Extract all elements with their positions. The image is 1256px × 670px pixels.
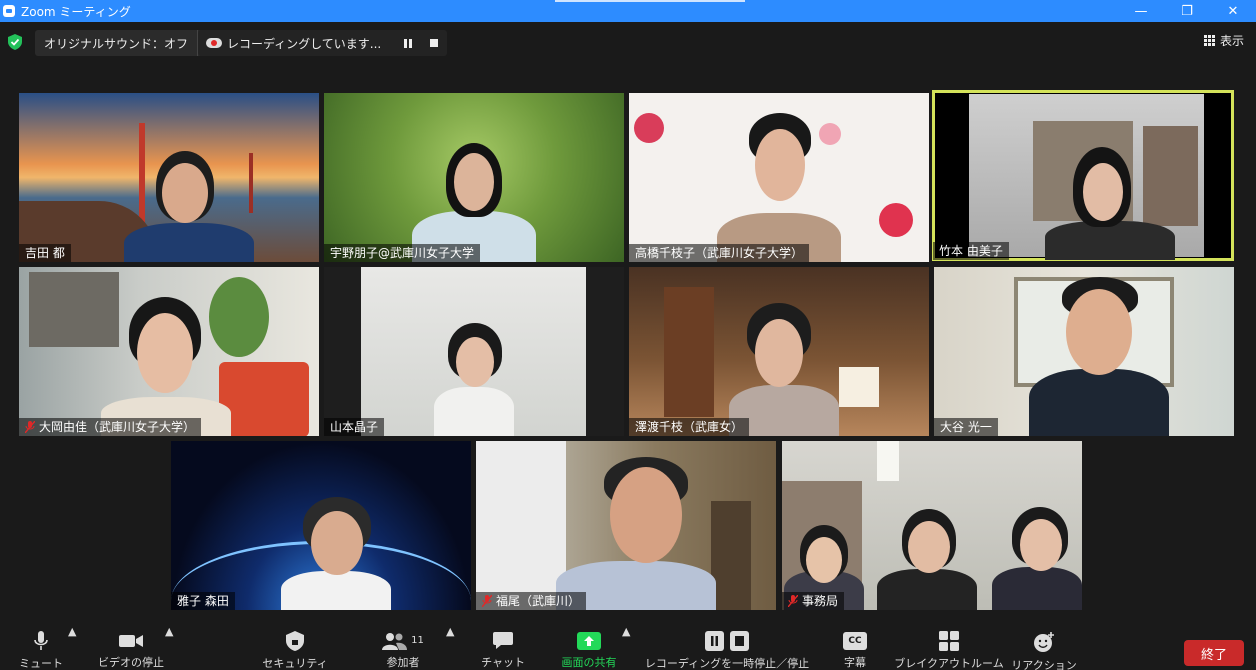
participant-name-label: 事務局 (782, 592, 845, 610)
video-tile[interactable]: 大谷 光一 (934, 267, 1234, 436)
stop-recording-icon[interactable] (421, 30, 447, 56)
chat-bubble-icon (493, 631, 513, 650)
original-sound-button[interactable]: オリジナルサウンド：オフ ▼ (35, 30, 216, 56)
emoji-reaction-icon (1033, 631, 1055, 653)
window-title: Zoom ミーティング (21, 4, 131, 19)
video-options-chevron-icon[interactable]: ▲ (165, 625, 173, 670)
participant-name-label: 竹本 由美子 (933, 242, 1009, 260)
participant-name-label: 吉田 都 (19, 244, 71, 262)
participant-name-label: 澤渡千枝（武庫女） (629, 418, 750, 436)
closed-captions-icon: CC (843, 631, 867, 650)
muted-mic-icon (788, 595, 798, 607)
participant-name-label: 山本晶子 (324, 418, 385, 436)
cloud-recording-icon (206, 38, 222, 48)
participants-icon: 11 (382, 631, 424, 650)
participant-name-label: 大岡由佳（武庫川女子大学） (19, 418, 202, 436)
gallery-grid-icon (1203, 35, 1215, 46)
video-tile[interactable]: 高橋千枝子（武庫川女子大学） (629, 93, 929, 262)
breakout-rooms-icon (939, 631, 959, 651)
restore-icon[interactable]: ❐ (1164, 0, 1210, 22)
video-tile[interactable]: 澤渡千枝（武庫女） (629, 267, 929, 436)
zoom-app-icon (3, 5, 15, 17)
mute-button[interactable]: ミュート (19, 625, 63, 670)
participants-options-chevron-icon[interactable]: ▲ (446, 625, 454, 670)
title-bar: Zoom ミーティング — ❐ ✕ (0, 0, 1256, 22)
minimize-icon[interactable]: — (1118, 0, 1164, 22)
participant-name-label: 福尾（武庫川） (476, 592, 587, 610)
meeting-controls-bar: ミュート ▲ ビデオの停止 ▲ セキュリティ 11 参加者 ▲ チャット 画面の… (0, 625, 1256, 670)
meeting-top-bar: オリジナルサウンド：オフ ▼ レコーディングしています... 表示 (0, 22, 1256, 62)
video-tile[interactable]: 宇野朋子@武庫川女子大学 (324, 93, 624, 262)
participants-button[interactable]: 11 参加者 (378, 625, 428, 670)
title-bar-highlight (555, 0, 745, 2)
participants-count: 11 (411, 635, 424, 646)
share-screen-button[interactable]: 画面の共有 (556, 625, 622, 670)
security-shield-icon (286, 631, 304, 651)
recording-indicator: レコーディングしています... (198, 30, 448, 56)
video-tile[interactable]: 雅子 森田 (171, 441, 471, 610)
active-speaker-tile[interactable]: 竹本 由美子 (932, 90, 1234, 261)
video-tile[interactable]: 吉田 都 (19, 93, 319, 262)
close-icon[interactable]: ✕ (1210, 0, 1256, 22)
view-label: 表示 (1219, 34, 1244, 48)
captions-button[interactable]: CC 字幕 (838, 625, 872, 670)
participant-name-label: 高橋千枝子（武庫川女子大学） (629, 244, 810, 262)
end-meeting-button[interactable]: 終了 (1184, 640, 1244, 666)
video-tile[interactable]: 事務局 (782, 441, 1082, 610)
participant-name-label: 宇野朋子@武庫川女子大学 (324, 244, 481, 262)
pause-recording-icon[interactable] (395, 30, 421, 56)
reactions-button[interactable]: リアクション (1011, 625, 1077, 670)
participant-name-label: 大谷 光一 (934, 418, 998, 436)
breakout-rooms-button[interactable]: ブレイクアウトルーム (894, 625, 1004, 670)
encryption-shield-icon[interactable] (8, 34, 22, 50)
recording-control-button[interactable]: レコーディングを一時停止／停止 (644, 625, 810, 670)
stop-video-button[interactable]: ビデオの停止 (98, 625, 164, 670)
security-button[interactable]: セキュリティ (262, 625, 328, 670)
video-tile[interactable]: 山本晶子 (324, 267, 624, 436)
chat-button[interactable]: チャット (481, 625, 525, 670)
window-controls: — ❐ ✕ (1118, 0, 1256, 22)
muted-mic-icon (25, 421, 35, 433)
share-options-chevron-icon[interactable]: ▲ (622, 625, 630, 670)
recording-status-text: レコーディングしています... (227, 36, 382, 51)
recording-pause-stop-icon (705, 631, 749, 651)
participant-name-label: 雅子 森田 (171, 592, 235, 610)
video-tile[interactable]: 大岡由佳（武庫川女子大学） (19, 267, 319, 436)
video-tile[interactable]: 福尾（武庫川） (476, 441, 776, 610)
share-screen-icon (577, 631, 601, 650)
mute-options-chevron-icon[interactable]: ▲ (68, 625, 76, 670)
view-button[interactable]: 表示 (1203, 32, 1244, 49)
muted-mic-icon (482, 595, 492, 607)
original-sound-label: オリジナルサウンド：オフ (44, 36, 189, 51)
microphone-icon (34, 631, 48, 651)
video-camera-icon (119, 631, 143, 650)
